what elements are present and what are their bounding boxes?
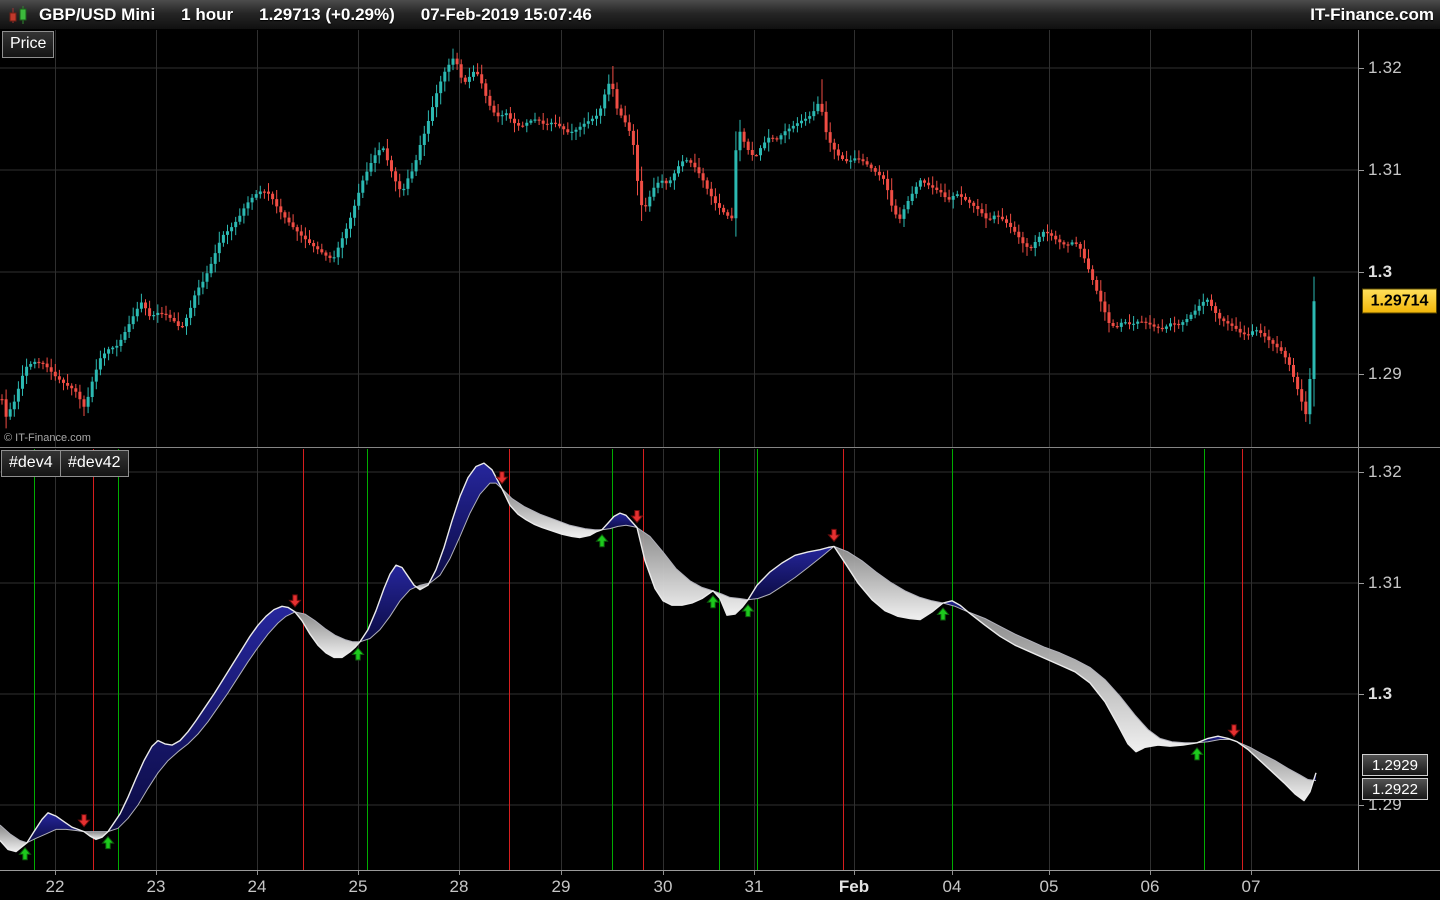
title-bar: GBP/USD Mini 1 hour 1.29713 (+0.29%) 07-… bbox=[0, 0, 1440, 30]
indicator-chart[interactable] bbox=[0, 449, 1358, 870]
symbol-name: GBP/USD Mini bbox=[39, 4, 156, 24]
buy-arrow-icon bbox=[595, 533, 609, 548]
panel-separator[interactable] bbox=[0, 447, 1440, 448]
price-axis-label: 1.32 bbox=[1368, 58, 1402, 77]
date-tick bbox=[1251, 871, 1252, 875]
indicator-y-axis[interactable]: 1.32 1.31 1.3 1.29 1.2929 1.2922 bbox=[1359, 449, 1440, 870]
last-price: 1.29713 bbox=[259, 4, 321, 24]
date-tick bbox=[1150, 871, 1151, 875]
date-tick bbox=[854, 871, 855, 875]
price-axis-label: 1.3 bbox=[1368, 262, 1393, 281]
sell-arrow-icon bbox=[630, 510, 644, 524]
axis-tick bbox=[1359, 68, 1364, 69]
indicator-axis-label: 1.3 bbox=[1368, 684, 1393, 703]
indicator-axis-label: 1.31 bbox=[1368, 573, 1402, 592]
indicator-label-dev42: #dev42 bbox=[60, 450, 129, 477]
buy-arrow-icon bbox=[18, 846, 32, 861]
date-label: 25 bbox=[348, 877, 368, 896]
trading-chart-window: GBP/USD Mini 1 hour 1.29713 (+0.29%) 07-… bbox=[0, 0, 1440, 900]
indicator-clouds bbox=[0, 463, 1316, 852]
axis-tick bbox=[1359, 805, 1364, 806]
date-label: 28 bbox=[449, 877, 469, 896]
axis-tick bbox=[1359, 272, 1364, 273]
buy-arrow-icon bbox=[101, 835, 115, 850]
date-label: 07 bbox=[1241, 877, 1261, 896]
date-tick bbox=[257, 871, 258, 875]
last-price-tag: 1.29714 bbox=[1362, 288, 1437, 314]
date-tick bbox=[663, 871, 664, 875]
price-y-axis[interactable]: 1.32 1.31 1.3 1.29 1.29714 bbox=[1359, 30, 1440, 447]
sell-arrow-icon bbox=[77, 814, 91, 828]
buy-arrow-icon bbox=[936, 607, 950, 621]
sell-arrow-icon bbox=[288, 594, 302, 608]
date-x-axis[interactable]: 22 23 24 25 28 29 30 31 Feb 04 05 06 07 bbox=[0, 871, 1440, 900]
quote-datetime: 07-Feb-2019 15:07:46 bbox=[420, 4, 592, 24]
grid-lines bbox=[0, 449, 1358, 870]
date-tick bbox=[459, 871, 460, 875]
date-tick bbox=[561, 871, 562, 875]
date-tick bbox=[754, 871, 755, 875]
date-label: 05 bbox=[1039, 877, 1059, 896]
date-label: 23 bbox=[146, 877, 166, 896]
indicator-label-dev4: #dev4 bbox=[1, 450, 61, 477]
date-label: 24 bbox=[247, 877, 267, 896]
price-panel-label: Price bbox=[2, 31, 55, 58]
candles-layer bbox=[0, 48, 1316, 429]
price-axis-label: 1.29 bbox=[1368, 364, 1402, 383]
price-axis-label: 1.31 bbox=[1368, 160, 1402, 179]
candlestick-logo-icon bbox=[7, 5, 31, 25]
date-label: 06 bbox=[1140, 877, 1160, 896]
date-label: 30 bbox=[653, 877, 673, 896]
date-label: 29 bbox=[551, 877, 571, 896]
indicator-value-tag: 1.2929 bbox=[1362, 754, 1428, 776]
axis-tick bbox=[1359, 583, 1364, 584]
date-label: 04 bbox=[942, 877, 962, 896]
timeframe: 1 hour bbox=[181, 4, 234, 24]
date-tick bbox=[358, 871, 359, 875]
date-label: 22 bbox=[45, 877, 65, 896]
axis-tick bbox=[1359, 374, 1364, 375]
sell-arrow-icon bbox=[1227, 724, 1241, 738]
buy-arrow-icon bbox=[1190, 747, 1204, 761]
brand-name: IT-Finance.com bbox=[1310, 4, 1434, 24]
indicator-chart-area[interactable]: #dev4 #dev42 bbox=[0, 449, 1358, 870]
date-label: 31 bbox=[744, 877, 764, 896]
grid-lines bbox=[0, 30, 1358, 447]
axis-tick bbox=[1359, 170, 1364, 171]
price-chart-area[interactable]: Price © IT-Finance.com bbox=[0, 30, 1358, 447]
buy-arrow-icon bbox=[741, 603, 755, 618]
date-tick bbox=[952, 871, 953, 875]
last-price-and-change: 1.29713 (+0.29%) bbox=[259, 5, 395, 25]
indicator-axis-label: 1.32 bbox=[1368, 462, 1402, 481]
price-change-percent: (+0.29%) bbox=[325, 4, 395, 24]
signal-arrows bbox=[18, 471, 1241, 861]
date-tick bbox=[1049, 871, 1050, 875]
date-tick bbox=[55, 871, 56, 875]
indicator-value-tag: 1.2922 bbox=[1362, 778, 1428, 800]
buy-arrow-icon bbox=[351, 647, 365, 661]
buy-arrow-icon bbox=[706, 594, 720, 609]
axis-tick bbox=[1359, 694, 1364, 695]
axis-tick bbox=[1359, 472, 1364, 473]
candlestick-chart[interactable] bbox=[0, 30, 1358, 447]
sell-arrow-icon bbox=[827, 528, 841, 543]
copyright-note: © IT-Finance.com bbox=[4, 432, 91, 444]
date-label: Feb bbox=[838, 877, 870, 896]
date-tick bbox=[156, 871, 157, 875]
